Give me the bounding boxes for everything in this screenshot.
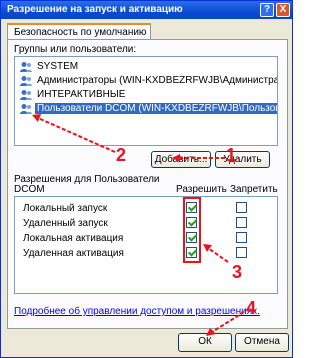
annotation-number-2: 2: [116, 145, 127, 165]
arrow-4: [211, 311, 245, 333]
annotation-number-3: 3: [232, 262, 243, 282]
annotation-number-1: 1: [226, 145, 237, 165]
arrow-2: [37, 117, 116, 153]
arrowhead-2: [32, 114, 41, 122]
arrow-3: [207, 247, 229, 263]
annotation-number-4: 4: [246, 298, 257, 318]
arrowhead-4: [206, 328, 216, 336]
arrowhead-1: [172, 154, 180, 162]
